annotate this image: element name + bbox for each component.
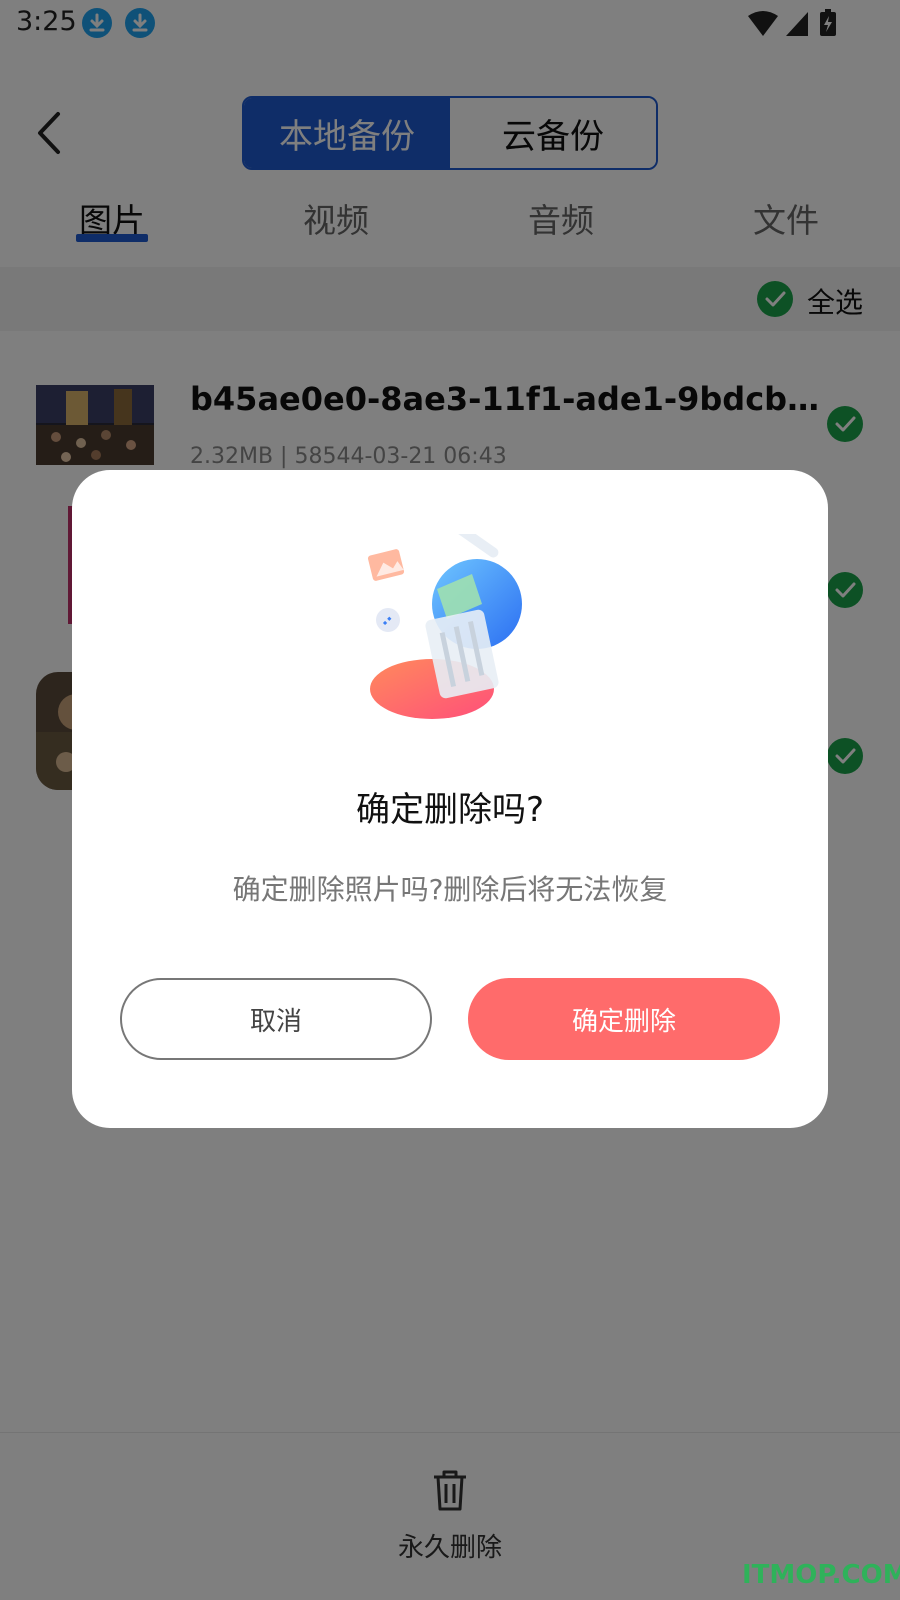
cancel-button[interactable]: 取消 <box>120 978 432 1060</box>
app-screen: 3:25 本地备份 云备份 图片 视频 音频 <box>0 0 900 1600</box>
dialog-message: 确定删除照片吗?删除后将无法恢复 <box>232 873 668 906</box>
delete-confirm-dialog: 确定删除吗? 确定删除照片吗?删除后将无法恢复 取消 确定删除 <box>72 470 828 1128</box>
dialog-title: 确定删除吗? <box>355 790 545 830</box>
delete-illustration <box>362 524 542 734</box>
watermark-logo: ITMOP.COM <box>742 1560 900 1590</box>
confirm-delete-button[interactable]: 确定删除 <box>468 978 780 1060</box>
